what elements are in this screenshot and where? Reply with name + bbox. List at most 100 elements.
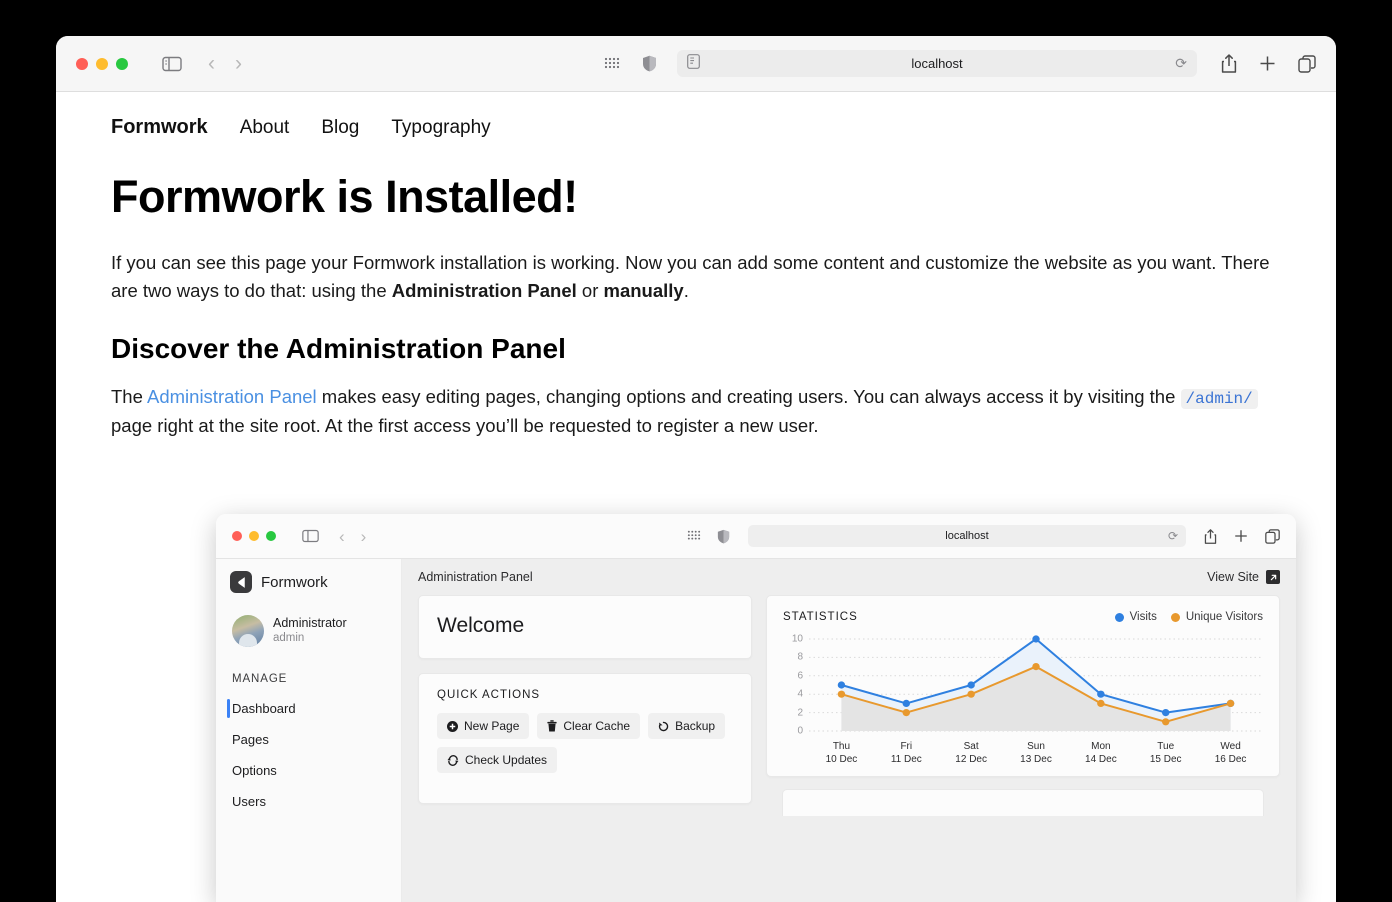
quick-actions-buttons: New Page Clear Cache Backup Check Update… [437, 713, 733, 773]
nav-item-blog[interactable]: Blog [321, 117, 359, 139]
view-site-label: View Site [1207, 570, 1259, 584]
next-card-peek [782, 789, 1264, 816]
chart-point [1097, 690, 1105, 698]
sidebar-item-users[interactable]: Users [216, 786, 401, 817]
inner-address-bar-url: localhost [945, 530, 989, 542]
chart-point [1161, 718, 1170, 726]
chart-y-tick: 6 [797, 670, 803, 682]
history-icon [658, 721, 669, 732]
section-title: Discover the Administration Panel [111, 333, 566, 365]
external-link-icon [1266, 570, 1280, 584]
legend-item-visits[interactable]: Visits [1114, 611, 1157, 623]
avatar [232, 615, 264, 647]
nav-item-about[interactable]: About [240, 117, 290, 139]
nav-item-typography[interactable]: Typography [391, 117, 490, 139]
chart-x-tick: Fri 11 Dec [890, 741, 922, 765]
new-page-button[interactable]: New Page [437, 713, 530, 739]
inner-navigation-arrows: ‹ › [339, 528, 366, 545]
quick-actions-title: QUICK ACTIONS [437, 689, 541, 701]
discover-paragraph: The Administration Panel makes easy edit… [111, 383, 1276, 439]
dashboard-panels: Welcome QUICK ACTIONS New Page Clear Cac… [402, 595, 1296, 816]
welcome-card: Welcome [418, 595, 752, 659]
browser-toolbar: ‹ › localhost ⟳ [56, 36, 1336, 92]
sidebar-item-dashboard[interactable]: Dashboard [216, 693, 401, 724]
statistics-card: STATISTICS Visits Unique Visitors 0 2 4 … [766, 595, 1280, 777]
quick-actions-card: QUICK ACTIONS New Page Clear Cache Backu… [418, 673, 752, 804]
check-updates-button[interactable]: Check Updates [437, 747, 558, 773]
back-icon[interactable]: ‹ [208, 53, 215, 74]
intro-bold-manually: manually [603, 280, 684, 302]
legend-item-unique-visitors[interactable]: Unique Visitors [1170, 611, 1263, 623]
browser-window: ‹ › localhost ⟳ Formwork About Blog Typo… [56, 36, 1336, 902]
chart-x-tick: Wed 16 Dec [1214, 741, 1247, 765]
chart-x-tick: Sun 13 Dec [1020, 741, 1052, 765]
maximize-window-button[interactable] [116, 57, 128, 70]
para2-text-3: page right at the site root. At the firs… [111, 414, 819, 436]
admin-topbar-title: Administration Panel [418, 570, 533, 584]
inner-tab-overview-icon [1265, 528, 1280, 544]
inner-maximize-window-button [266, 531, 276, 541]
legend-label-visits: Visits [1129, 611, 1157, 623]
address-bar[interactable]: localhost ⟳ [677, 50, 1197, 77]
privacy-shield-icon[interactable] [642, 55, 657, 72]
para2-text-1: The [111, 386, 147, 408]
tab-overview-icon[interactable] [1298, 54, 1316, 73]
chart-plot-area [809, 635, 1263, 737]
dashboard-left-column: Welcome QUICK ACTIONS New Page Clear Cac… [418, 595, 752, 816]
forward-icon[interactable]: › [235, 53, 242, 74]
admin-user-block[interactable]: Administrator admin [216, 605, 401, 647]
backup-button[interactable]: Backup [648, 713, 726, 739]
refresh-icon [447, 754, 459, 766]
view-site-button[interactable]: View Site [1207, 570, 1280, 584]
formwork-logo-icon [230, 571, 252, 593]
admin-panel-screenshot: ‹ › localhost ⟳ Formwork Administrator a… [216, 514, 1296, 902]
chart-y-tick: 2 [797, 707, 803, 719]
sidebar-item-label: Options [232, 763, 277, 778]
inner-close-window-button [232, 531, 242, 541]
inner-toolbar-right-icons [1204, 528, 1280, 544]
tab-grid-icon[interactable] [604, 57, 620, 71]
sidebar-item-pages[interactable]: Pages [216, 724, 401, 755]
sidebar-item-options[interactable]: Options [216, 755, 401, 786]
share-icon[interactable] [1221, 54, 1237, 73]
inner-privacy-shield-icon [717, 529, 730, 544]
chart-legend: Visits Unique Visitors [1114, 611, 1263, 623]
trash-icon [547, 720, 558, 732]
reload-icon[interactable]: ⟳ [1175, 55, 1187, 72]
intro-paragraph: If you can see this page your Formwork i… [111, 249, 1276, 305]
inner-minimize-window-button [249, 531, 259, 541]
window-traffic-lights[interactable] [76, 57, 128, 70]
inner-back-icon: ‹ [339, 526, 345, 546]
intro-text-3: . [683, 280, 689, 302]
chart-point [1032, 663, 1040, 671]
intro-text-1: If you can see this page your Formwork i… [111, 252, 1270, 302]
legend-dot-visits [1114, 612, 1124, 622]
close-window-button[interactable] [76, 57, 88, 70]
clear-cache-button[interactable]: Clear Cache [537, 713, 641, 739]
new-tab-icon[interactable] [1259, 54, 1276, 73]
chart-x-tick: Sat 12 Dec [955, 741, 987, 765]
inner-new-tab-icon [1234, 529, 1248, 544]
chart-point [1161, 709, 1170, 717]
minimize-window-button[interactable] [96, 57, 108, 70]
chart-y-tick: 4 [797, 688, 803, 700]
nav-brand-formwork[interactable]: Formwork [111, 116, 208, 139]
chart-point [967, 681, 975, 689]
sidebar-item-label: Users [232, 794, 266, 809]
chart-point [967, 690, 975, 698]
inner-address-bar: localhost ⟳ [748, 525, 1186, 547]
sidebar-toggle-icon[interactable] [162, 56, 182, 72]
sidebar-section-manage: MANAGE [232, 673, 288, 685]
clear-cache-label: Clear Cache [563, 719, 631, 733]
navigation-arrows[interactable]: ‹ › [208, 53, 242, 74]
intro-bold-admin-panel: Administration Panel [391, 280, 577, 302]
user-name: Administrator [273, 615, 347, 630]
chart-x-tick: Thu 10 Dec [825, 741, 858, 765]
admin-topbar: Administration Panel View Site [402, 559, 1296, 595]
admin-panel-link[interactable]: Administration Panel [147, 386, 317, 407]
inner-reload-icon: ⟳ [1167, 529, 1178, 543]
chart-point [837, 690, 846, 698]
new-page-label: New Page [464, 719, 520, 733]
chart-x-axis: Thu 10 Dec Fri 11 Dec Sat 12 Dec Sun 13 Dec Mon 1… [809, 741, 1263, 766]
inner-forward-icon: › [360, 526, 367, 546]
